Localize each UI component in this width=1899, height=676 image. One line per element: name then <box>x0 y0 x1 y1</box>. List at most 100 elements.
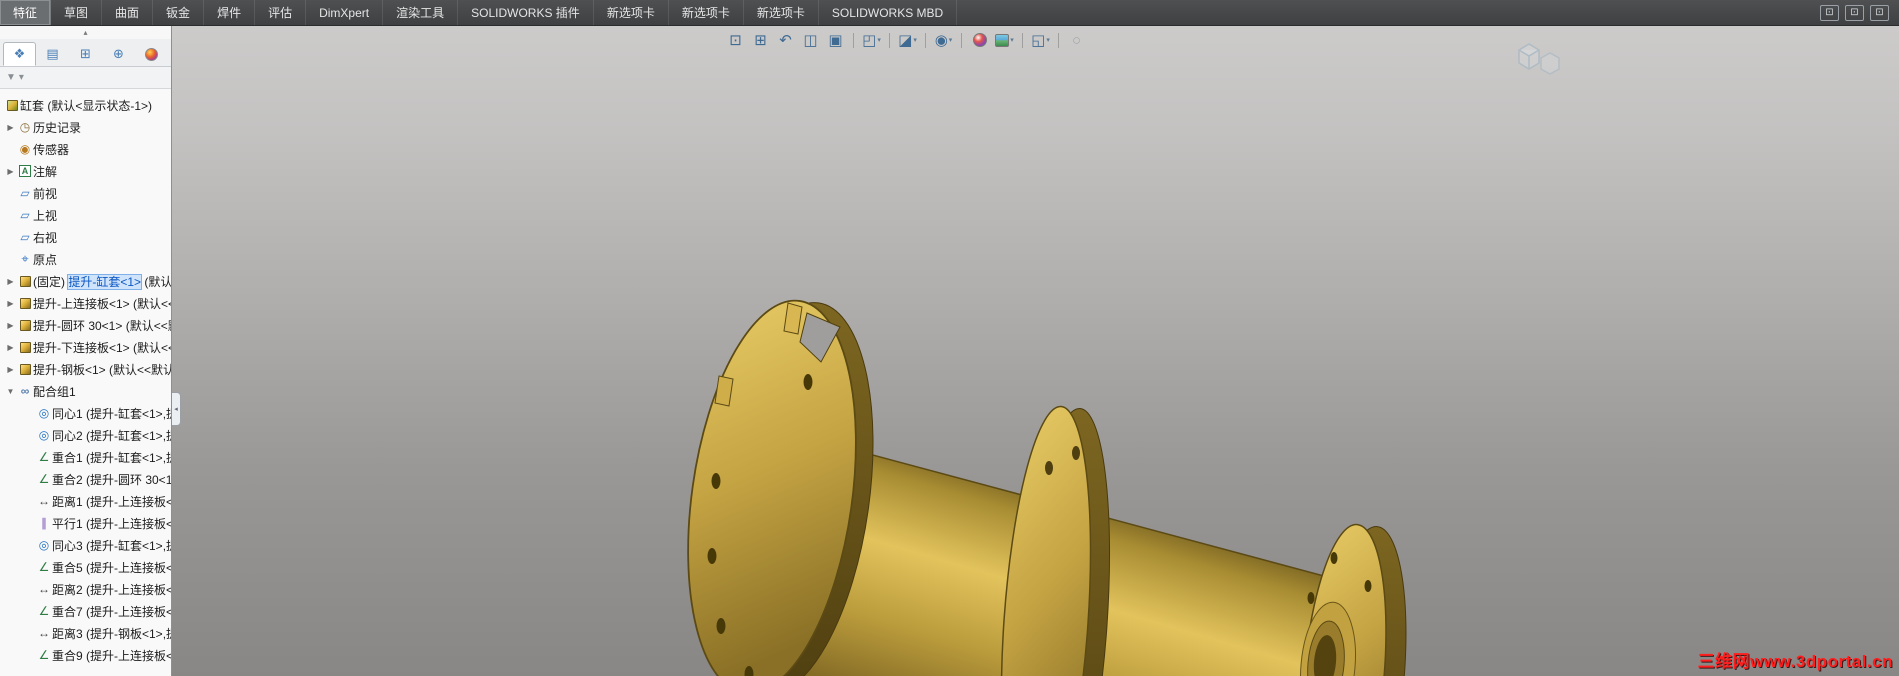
tree-item-mate-coincident-7[interactable]: ∠ 重合7 (提升-上连接板<1 <box>0 600 171 622</box>
apply-scene-button[interactable]: ▾ <box>993 29 1016 51</box>
chevron-down-icon[interactable]: ▼ <box>4 387 17 396</box>
sensors-icon: ◉ <box>19 142 31 156</box>
view-cube-icon[interactable] <box>1511 36 1569 80</box>
tree-item-mate-distance-1[interactable]: ↔ 距离1 (提升-上连接板<1 <box>0 490 171 512</box>
tree-item-mate-coincident-1[interactable]: ∠ 重合1 (提升-缸套<1>,提 <box>0 446 171 468</box>
tree-item-mate-parallel-1[interactable]: ∥ 平行1 (提升-上连接板<1 <box>0 512 171 534</box>
tree-item-component-ring-30[interactable]: ▶ 提升-圆环 30<1> (默认<<默 <box>0 314 171 336</box>
chevron-right-icon[interactable]: ▶ <box>4 167 17 176</box>
tree-item-label: 距离3 (提升-钢板<1>,提 <box>52 626 171 641</box>
graphics-area[interactable]: ⊡ ⊞ ↶ ◫ ▣ ◰ ▾ ◪ ▾ ◉ ▾ ▾ ◱ ▾ ○ 三维网www.3dp… <box>172 26 1899 676</box>
tree-item-mate-coincident-5[interactable]: ∠ 重合5 (提升-上连接板<1 <box>0 556 171 578</box>
menu-tab-dimxpert[interactable]: DimXpert <box>306 0 384 25</box>
tree-item-mate-distance-2[interactable]: ↔ 距离2 (提升-上连接板<1 <box>0 578 171 600</box>
chevron-right-icon[interactable]: ▶ <box>4 299 17 308</box>
menu-tab-new-tab-3[interactable]: 新选项卡 <box>744 0 819 25</box>
toolbar-separator <box>961 32 962 48</box>
panel-splitter-handle[interactable]: ◂ <box>172 392 181 426</box>
view-orientation-button[interactable]: ◰ ▾ <box>860 29 883 51</box>
chevron-right-icon[interactable]: ▶ <box>4 343 17 352</box>
tree-item-sensors[interactable]: ◉ 传感器 <box>0 138 171 160</box>
menu-tab-solidworks-mbd[interactable]: SOLIDWORKS MBD <box>819 0 958 25</box>
edit-appearance-button[interactable] <box>968 29 991 51</box>
window-pane-icon-1[interactable]: ⊡ <box>1820 4 1839 21</box>
filter-funnel-icon[interactable]: ▼ <box>6 72 16 83</box>
menu-tab-new-tab-1[interactable]: 新选项卡 <box>594 0 669 25</box>
tree-item-mate-concentric-3[interactable]: ◎ 同心3 (提升-缸套<1>,提 <box>0 534 171 556</box>
drawing-view-button[interactable]: ▣ <box>824 29 847 51</box>
tree-item-component-cylinder-sleeve[interactable]: ▶ (固定) 提升-缸套<1> (默认< <box>0 270 171 292</box>
menu-tab-features[interactable]: 特征 <box>0 0 52 25</box>
history-icon: ◷ <box>19 120 31 134</box>
display-style-button[interactable]: ◪ ▾ <box>896 29 919 51</box>
watermark: 三维网www.3dportal.cn <box>1697 652 1893 671</box>
tree-item-component-steel-plate[interactable]: ▶ 提升-钢板<1> (默认<<默认: <box>0 358 171 380</box>
tree-item-label: 提升-下连接板<1> (默认<< <box>33 340 171 355</box>
tree-item-label: 配合组1 <box>33 384 76 399</box>
part-icon <box>17 319 33 331</box>
window-pane-icon-2[interactable]: ⊡ <box>1845 4 1864 21</box>
rotate-view-button[interactable]: ○ <box>1065 29 1088 51</box>
rotate-view-icon: ○ <box>1071 31 1082 49</box>
tree-item-mate-coincident-9[interactable]: ∠ 重合9 (提升-上连接板<1 <box>0 644 171 666</box>
tree-item-annotations[interactable]: ▶ A 注解 <box>0 160 171 182</box>
tree-item-label: 同心2 (提升-缸套<1>,提 <box>52 428 171 443</box>
chevron-down-icon: ▾ <box>877 37 881 44</box>
tab-display-manager[interactable] <box>135 42 168 66</box>
distance-mate-icon: ↔ <box>38 494 50 508</box>
tree-item-label: 上视 <box>33 208 58 223</box>
scroll-up-icon[interactable]: ▴ <box>0 26 171 39</box>
tab-property-manager[interactable]: ▤ <box>36 42 69 66</box>
plane-icon: ▱ <box>20 208 30 222</box>
part-icon <box>17 297 33 309</box>
menu-tab-render-tools[interactable]: 渲染工具 <box>383 0 459 25</box>
tree-item-label: 距离1 (提升-上连接板<1 <box>52 494 171 509</box>
coincident-mate-icon: ∠ <box>38 560 50 574</box>
tree-item-front-plane[interactable]: ▱ 前视 <box>0 182 171 204</box>
view-settings-button[interactable]: ◱ ▾ <box>1029 29 1052 51</box>
tree-item-mate-concentric-1[interactable]: ◎ 同心1 (提升-缸套<1>,提 <box>0 402 171 424</box>
tab-dimxpert-manager[interactable]: ⊕ <box>102 42 135 66</box>
tree-item-label: 原点 <box>33 252 58 267</box>
chevron-right-icon[interactable]: ▶ <box>4 321 17 330</box>
tree-item-history[interactable]: ▶ ◷ 历史记录 <box>0 116 171 138</box>
menu-tab-sketch[interactable]: 草图 <box>51 0 103 25</box>
hide-show-items-button[interactable]: ◉ ▾ <box>932 29 955 51</box>
chevron-right-icon[interactable]: ▶ <box>4 277 17 286</box>
zoom-to-area-button[interactable]: ⊞ <box>749 29 772 51</box>
tree-item-assembly-root[interactable]: 缸套 (默认<显示状态-1>) <box>0 94 171 116</box>
tree-item-component-upper-plate[interactable]: ▶ 提升-上连接板<1> (默认<< <box>0 292 171 314</box>
chevron-right-icon[interactable]: ▶ <box>4 365 17 374</box>
tree-item-mate-coincident-2[interactable]: ∠ 重合2 (提升-圆环 30<1> <box>0 468 171 490</box>
chevron-down-icon: ▾ <box>948 37 953 44</box>
tree-item-right-plane[interactable]: ▱ 右视 <box>0 226 171 248</box>
menu-tab-new-tab-2[interactable]: 新选项卡 <box>669 0 744 25</box>
menu-tab-weldments[interactable]: 焊件 <box>204 0 256 25</box>
menu-tab-solidworks-addins[interactable]: SOLIDWORKS 插件 <box>458 0 594 25</box>
window-layout-buttons: ⊡ ⊡ ⊡ <box>1820 0 1899 25</box>
tree-item-component-lower-plate[interactable]: ▶ 提升-下连接板<1> (默认<< <box>0 336 171 358</box>
tree-item-label: 同心1 (提升-缸套<1>,提 <box>52 406 171 421</box>
edit-appearance-icon <box>972 33 987 47</box>
zoom-to-fit-button[interactable]: ⊡ <box>724 29 747 51</box>
menu-tab-evaluate[interactable]: 评估 <box>255 0 307 25</box>
toolbar-separator <box>853 32 854 48</box>
property-manager-icon: ▤ <box>46 46 59 61</box>
window-pane-icon-3[interactable]: ⊡ <box>1870 4 1889 21</box>
tree-item-mates-group[interactable]: ▼ ∞ 配合组1 <box>0 380 171 402</box>
chevron-down-icon[interactable]: ▾ <box>19 72 24 83</box>
section-view-button[interactable]: ◫ <box>799 29 822 51</box>
tree-item-label: 右视 <box>33 230 58 245</box>
previous-view-button[interactable]: ↶ <box>774 29 797 51</box>
tree-item-origin[interactable]: ⌖ 原点 <box>0 248 171 270</box>
menu-tab-sheet-metal[interactable]: 钣金 <box>153 0 205 25</box>
tab-configuration-manager[interactable]: ⊞ <box>69 42 102 66</box>
origin-icon: ⌖ <box>21 251 29 266</box>
chevron-right-icon[interactable]: ▶ <box>4 123 17 132</box>
tree-item-top-plane[interactable]: ▱ 上视 <box>0 204 171 226</box>
concentric-mate-icon: ◎ <box>38 406 50 420</box>
menu-tab-surfaces[interactable]: 曲面 <box>102 0 154 25</box>
tree-item-mate-concentric-2[interactable]: ◎ 同心2 (提升-缸套<1>,提 <box>0 424 171 446</box>
tree-item-mate-distance-3[interactable]: ↔ 距离3 (提升-钢板<1>,提 <box>0 622 171 644</box>
tab-feature-manager[interactable]: ❖ <box>3 42 36 66</box>
